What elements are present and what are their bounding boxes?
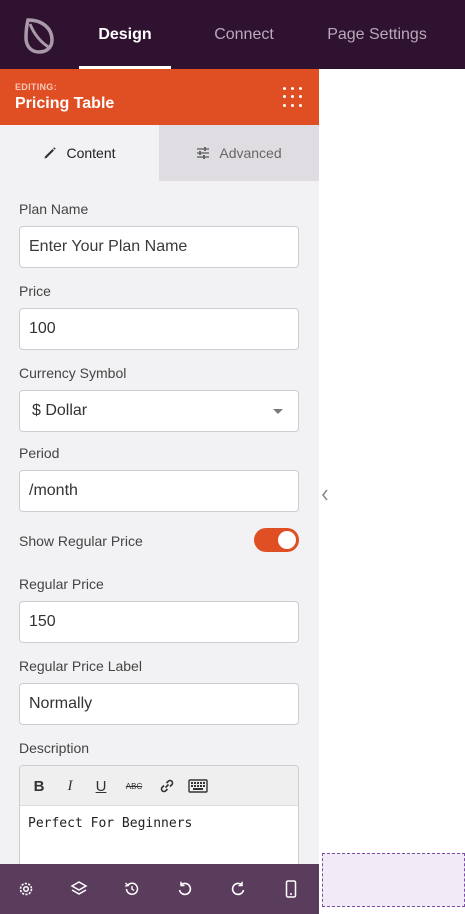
link-icon — [160, 779, 174, 793]
link-button[interactable] — [156, 776, 178, 796]
redo-button[interactable] — [227, 878, 249, 900]
history-button[interactable] — [121, 878, 143, 900]
caret-down-icon — [273, 409, 283, 414]
italic-button[interactable]: I — [59, 776, 81, 796]
description-label: Description — [19, 740, 90, 756]
bottom-toolbar — [0, 864, 319, 914]
undo-button[interactable] — [174, 878, 196, 900]
currency-selected-value: $ Dollar — [32, 402, 88, 419]
keyboard-button[interactable] — [187, 776, 209, 796]
tab-page-settings[interactable]: Page Settings — [318, 0, 436, 69]
period-input[interactable]: /month — [19, 470, 299, 512]
drag-handle-icon[interactable] — [283, 87, 303, 107]
regular-price-label: Regular Price — [19, 576, 104, 592]
editor-toolbar: B I U ABC — [20, 766, 298, 806]
sliders-icon — [197, 147, 210, 159]
plan-name-input[interactable]: Enter Your Plan Name — [19, 226, 299, 268]
undo-icon — [178, 881, 192, 896]
regular-price-label-input[interactable]: Normally — [19, 683, 299, 725]
pencil-icon — [44, 147, 57, 159]
regular-price-input[interactable]: 150 — [19, 601, 299, 643]
price-input[interactable]: 100 — [19, 308, 299, 350]
mobile-preview-button[interactable] — [280, 878, 302, 900]
panel-subtabs: Content Advanced — [0, 125, 319, 181]
toggle-knob — [278, 531, 296, 549]
tab-content[interactable]: Content — [0, 125, 159, 181]
canvas-selected-block[interactable] — [322, 853, 465, 907]
description-editor[interactable]: B I U ABC Perfect For Beginners — [19, 765, 299, 864]
plan-name-label: Plan Name — [19, 201, 89, 217]
editing-panel: EDITING: Pricing Table Content Advanced … — [0, 69, 319, 864]
bold-button[interactable]: B — [28, 776, 50, 796]
top-nav-bar: Design Connect Page Settings — [0, 0, 465, 69]
settings-button[interactable] — [15, 878, 37, 900]
tab-content-label: Content — [66, 145, 116, 161]
seedprod-logo-icon — [24, 18, 54, 54]
panel-header: EDITING: Pricing Table — [0, 69, 319, 125]
show-regular-price-label: Show Regular Price — [19, 533, 143, 549]
tab-design[interactable]: Design — [79, 0, 171, 69]
show-regular-price-toggle[interactable] — [254, 528, 299, 552]
block-title: Pricing Table — [15, 95, 115, 112]
keyboard-icon — [188, 779, 208, 793]
currency-select[interactable]: $ Dollar — [19, 390, 299, 432]
price-label: Price — [19, 283, 51, 299]
collapse-panel-button[interactable] — [318, 478, 332, 512]
period-label: Period — [19, 445, 60, 461]
currency-symbol-label: Currency Symbol — [19, 365, 127, 381]
description-text: Perfect For Beginners — [28, 816, 193, 831]
regular-price-label-label: Regular Price Label — [19, 658, 142, 674]
redo-icon — [231, 881, 245, 896]
editing-label: EDITING: — [15, 82, 57, 92]
layers-icon — [70, 881, 88, 895]
strikethrough-button[interactable]: ABC — [123, 776, 145, 796]
tab-connect[interactable]: Connect — [195, 0, 293, 69]
underline-button[interactable]: U — [90, 776, 112, 796]
tab-advanced-label: Advanced — [219, 145, 282, 161]
history-icon — [125, 882, 139, 895]
chevron-left-icon — [321, 489, 328, 501]
layers-button[interactable] — [68, 878, 90, 900]
mobile-phone-icon — [285, 880, 297, 898]
gear-icon — [19, 882, 33, 896]
tab-advanced[interactable]: Advanced — [159, 125, 319, 181]
